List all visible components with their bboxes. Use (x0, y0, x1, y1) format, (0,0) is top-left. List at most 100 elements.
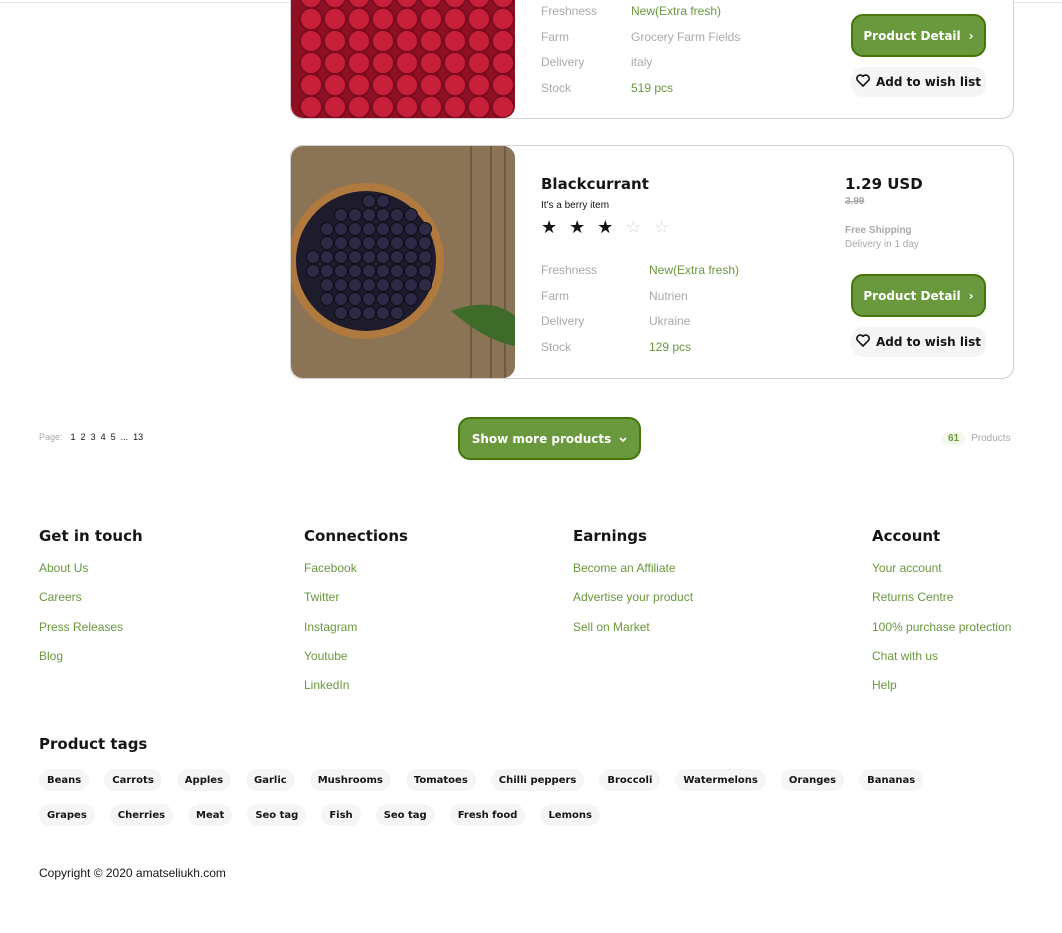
product-card-raspberry: Freshness New(Extra fresh) Farm Grocery Far… (290, 0, 1014, 119)
chevron-down-icon (619, 432, 627, 446)
product-specs: Freshness New(Extra fresh) Farm Nutrien Deli… (541, 257, 739, 360)
star-filled-icon[interactable]: ★ (569, 218, 585, 236)
footer-link[interactable]: Your account (872, 561, 1011, 590)
tag-chip[interactable]: Watermelons (675, 769, 766, 791)
tag-chip[interactable]: Tomatoes (405, 769, 476, 791)
product-card-blackcurrant: Blackcurrant It's a berry item ★ ★ ★ ☆ ☆ Fre… (290, 145, 1014, 379)
spec-key: Delivery (541, 314, 585, 329)
tag-chip[interactable]: Seo tag (247, 804, 307, 826)
footer-column-connections: Connections Facebook Twitter Instagram Yout… (304, 527, 408, 707)
delivery-time: Delivery in 1 day (845, 239, 919, 250)
footer-link[interactable]: LinkedIn (304, 678, 408, 707)
product-image-raspberry[interactable] (291, 0, 515, 118)
star-filled-icon[interactable]: ★ (597, 218, 613, 236)
tag-chip[interactable]: Oranges (780, 769, 845, 791)
tag-chip[interactable]: Seo tag (375, 804, 435, 826)
page-links: 1 2 3 4 5... 13 (71, 432, 144, 442)
product-subtitle: It's a berry item (541, 200, 610, 211)
page-link[interactable]: 2 (81, 432, 86, 442)
tag-chip[interactable]: Fish (321, 804, 361, 826)
product-detail-label: Product Detail (863, 28, 961, 43)
spec-row: Farm Grocery Farm Fields (541, 24, 740, 50)
product-detail-button[interactable]: Product Detail › (851, 274, 986, 317)
spec-key: Farm (541, 288, 569, 303)
product-detail-label: Product Detail (863, 288, 961, 303)
tag-chip[interactable]: Mushrooms (309, 769, 391, 791)
product-specs: Freshness New(Extra fresh) Farm Grocery Far… (541, 0, 740, 101)
spec-row: Stock 129 pcs (541, 334, 739, 360)
page-link[interactable]: 1 (71, 432, 76, 442)
footer-link[interactable]: Chat with us (872, 649, 1011, 678)
footer-link[interactable]: Twitter (304, 590, 408, 619)
footer-link[interactable]: Instagram (304, 620, 408, 649)
footer-heading: Connections (304, 527, 408, 545)
tag-chip[interactable]: Lemons (540, 804, 600, 826)
footer-heading: Get in touch (39, 527, 143, 545)
product-tags: Beans Carrots Apples Garlic Mushrooms Tomatoe… (39, 769, 969, 826)
product-title[interactable]: Blackcurrant (541, 175, 649, 193)
tag-chip[interactable]: Cherries (109, 804, 174, 826)
page-link[interactable]: 5 (111, 432, 116, 442)
product-price: 1.29 USD (845, 175, 923, 193)
spec-key: Freshness (541, 3, 598, 18)
tag-chip[interactable]: Beans (39, 769, 90, 791)
chevron-right-icon: › (968, 288, 974, 303)
spec-row: Farm Nutrien (541, 283, 739, 309)
footer-link[interactable]: Sell on Market (573, 620, 693, 649)
spec-value: New(Extra fresh) (649, 262, 740, 277)
product-detail-button[interactable]: Product Detail › (851, 14, 986, 57)
footer-link[interactable]: Help (872, 678, 1011, 707)
star-filled-icon[interactable]: ★ (541, 218, 557, 236)
star-empty-icon[interactable]: ☆ (654, 218, 670, 236)
spec-row: Freshness New(Extra fresh) (541, 0, 740, 24)
product-count-badge: 61 (942, 432, 966, 445)
product-count-label: Products (971, 433, 1011, 444)
add-to-wishlist-button[interactable]: Add to wish list (851, 67, 986, 97)
footer-link[interactable]: Facebook (304, 561, 408, 590)
page-link: ... (120, 432, 129, 442)
footer-link[interactable]: Advertise your product (573, 590, 693, 619)
product-image-blackcurrant[interactable] (291, 146, 515, 378)
tag-chip[interactable]: Chilli peppers (490, 769, 585, 791)
tag-chip[interactable]: Apples (176, 769, 232, 791)
page-link[interactable]: 3 (91, 432, 96, 442)
pagination-label: Page: (39, 432, 63, 442)
star-empty-icon[interactable]: ☆ (625, 218, 641, 236)
page-link[interactable]: 4 (101, 432, 106, 442)
tag-chip[interactable]: Garlic (246, 769, 295, 791)
add-to-wishlist-button[interactable]: Add to wish list (851, 327, 986, 357)
tag-chip[interactable]: Fresh food (449, 804, 526, 826)
product-tags-heading: Product tags (39, 735, 148, 753)
footer-link[interactable]: Press Releases (39, 620, 143, 649)
footer-heading: Earnings (573, 527, 647, 545)
pagination: Page: 1 2 3 4 5... 13 (39, 432, 143, 442)
rating-stars: ★ ★ ★ ☆ ☆ (541, 218, 670, 236)
heart-icon (856, 74, 870, 90)
page-link[interactable]: 13 (133, 432, 143, 442)
product-count: 61 Products (942, 432, 1011, 445)
footer-link[interactable]: Youtube (304, 649, 408, 678)
spec-key: Delivery (541, 55, 585, 70)
footer-link[interactable]: 100% purchase protection (872, 620, 1011, 649)
footer-link[interactable]: Blog (39, 649, 143, 678)
spec-row: Delivery Ukraine (541, 308, 739, 334)
tag-chip[interactable]: Bananas (859, 769, 924, 791)
footer-link[interactable]: About Us (39, 561, 143, 590)
tag-chip[interactable]: Grapes (39, 804, 95, 826)
footer-column-get-in-touch: Get in touch About Us Careers Press Releas… (39, 527, 143, 678)
tag-chip[interactable]: Broccoli (599, 769, 661, 791)
tag-chip[interactable]: Carrots (104, 769, 162, 791)
spec-row: Freshness New(Extra fresh) (541, 257, 739, 283)
shipping-label: Free Shipping (845, 225, 912, 236)
footer-link[interactable]: Returns Centre (872, 590, 1011, 619)
show-more-products-button[interactable]: Show more products (458, 417, 641, 460)
footer-link[interactable]: Careers (39, 590, 143, 619)
show-more-label: Show more products (471, 431, 612, 446)
footer-link[interactable]: Become an Affiliate (573, 561, 693, 590)
spec-value: Nutrien (649, 288, 688, 303)
raspberry-image (291, 0, 515, 118)
spec-key: Freshness (541, 262, 598, 277)
footer-column-earnings: Earnings Become an Affiliate Advertise yo… (573, 527, 693, 649)
tag-chip[interactable]: Meat (188, 804, 233, 826)
spec-value: italy (631, 55, 653, 70)
